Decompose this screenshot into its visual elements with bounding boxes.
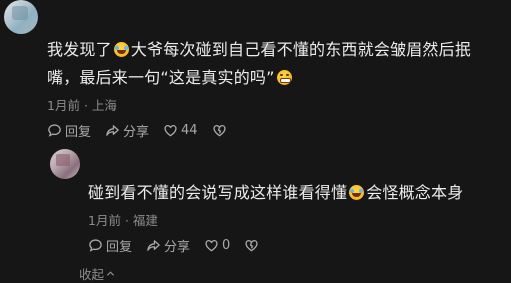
dislike-button[interactable]	[212, 123, 230, 138]
meta-separator: ·	[83, 98, 88, 113]
laughing-tears-emoji-icon	[349, 185, 365, 200]
broken-heart-icon	[212, 124, 226, 137]
comment-meta: 1月前 · 上海	[47, 95, 117, 114]
chevron-up-icon	[106, 271, 115, 276]
comment-location: 上海	[91, 98, 117, 113]
meta-separator: ·	[124, 213, 129, 228]
reply-text-part-2: 会怪概念本身	[366, 183, 464, 202]
comment-text: 我发现了 大爷每次碰到自己看不懂的东西就会皱眉然后抿嘴，最后来一句“这是真实的吗”	[47, 36, 502, 92]
reply-meta: 1月前 · 福建	[88, 210, 158, 229]
dislike-button[interactable]	[244, 238, 262, 253]
reply-button[interactable]: 回复	[88, 236, 132, 255]
reply-button-label: 回复	[106, 240, 133, 255]
like-count: 44	[181, 123, 198, 138]
share-arrow-icon	[106, 125, 119, 136]
laughing-tears-emoji-icon	[113, 42, 129, 57]
comment-time: 1月前	[47, 98, 80, 113]
like-count: 0	[222, 238, 231, 253]
collapse-replies-button[interactable]: 收起	[79, 264, 115, 283]
reply-avatar[interactable]	[50, 149, 80, 179]
commenter-avatar[interactable]	[4, 0, 38, 34]
comment-bubble-icon	[89, 239, 102, 252]
reply-button-label: 回复	[65, 125, 92, 140]
comment-text-part-1: 我发现了	[47, 40, 112, 59]
reply-button[interactable]: 回复	[47, 121, 91, 140]
comment-bubble-icon	[48, 124, 61, 137]
grinning-emoji-icon	[276, 70, 292, 85]
collapse-label: 收起	[79, 267, 105, 282]
share-button-label: 分享	[164, 240, 191, 255]
like-button[interactable]: 44	[163, 123, 198, 138]
reply-text: 碰到看不懂的会说写成这样谁看得懂 会怪概念本身	[88, 179, 503, 207]
share-arrow-icon	[147, 240, 160, 251]
share-button[interactable]: 分享	[105, 121, 149, 140]
share-button[interactable]: 分享	[146, 236, 190, 255]
reply-actions: 回复 分享 0	[88, 236, 276, 255]
heart-icon	[205, 239, 218, 252]
heart-icon	[164, 124, 177, 137]
comment-actions: 回复 分享 44	[47, 121, 244, 140]
share-button-label: 分享	[123, 125, 150, 140]
like-button[interactable]: 0	[204, 238, 230, 253]
reply-location: 福建	[132, 213, 158, 228]
reply-text-part-1: 碰到看不懂的会说写成这样谁看得懂	[88, 183, 348, 202]
reply-time: 1月前	[88, 213, 121, 228]
broken-heart-icon	[245, 239, 258, 252]
